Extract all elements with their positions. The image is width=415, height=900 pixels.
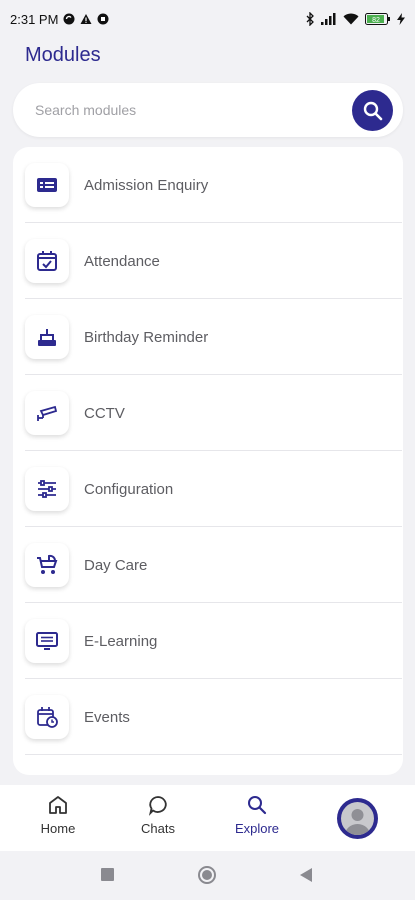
sliders-icon [25,467,69,511]
module-label: Admission Enquiry [84,176,209,194]
sync-icon [63,13,75,25]
search-bar [13,83,403,137]
warning-icon [80,13,92,25]
battery-level: 82 [372,17,380,24]
search-input[interactable] [35,99,335,121]
search-icon [246,794,268,816]
recents-button[interactable] [101,868,114,886]
stroller-icon [25,543,69,587]
nav-home[interactable]: Home [18,785,98,851]
monitor-icon [25,619,69,663]
module-item-events[interactable]: Events [25,679,402,755]
bluetooth-icon [306,12,315,26]
app-notification-icon [97,13,109,25]
module-item-day-care[interactable]: Day Care [25,527,402,603]
status-bar: 2:31 PM 82 [0,0,415,38]
page-title: Modules [25,44,101,66]
module-label: Configuration [84,480,174,498]
wifi-icon [343,13,359,25]
cake-icon [25,315,69,359]
module-label: Day Care [84,556,148,574]
home-button[interactable] [198,866,216,889]
nav-home-label: Home [40,821,76,836]
nav-chats-label: Chats [141,821,175,836]
module-item-e-learning[interactable]: E-Learning [25,603,402,679]
id-card-icon [25,163,69,207]
chat-bubble-icon [147,794,169,816]
module-item-attendance[interactable]: Attendance [25,223,402,299]
signal-icon [321,13,337,25]
calendar-check-icon [25,239,69,283]
bottom-nav: Home Chats Explore [0,785,415,851]
module-item-admission-enquiry[interactable]: Admission Enquiry [25,147,402,223]
divider [25,754,402,755]
system-navigation-bar [0,851,415,900]
calendar-clock-icon [25,695,69,739]
module-item-birthday-reminder[interactable]: Birthday Reminder [25,299,402,375]
nav-explore[interactable]: Explore [217,785,297,851]
module-label: Birthday Reminder [84,328,209,346]
nav-explore-label: Explore [234,821,280,836]
modules-list: Admission Enquiry Attendance Birthday Re… [13,147,403,775]
module-label: Events [84,708,130,726]
module-item-cctv[interactable]: CCTV [25,375,402,451]
module-label: CCTV [84,404,125,422]
module-item-configuration[interactable]: Configuration [25,451,402,527]
cctv-camera-icon [25,391,69,435]
charging-icon [397,13,405,25]
search-button[interactable] [352,90,393,131]
user-icon [341,802,374,835]
module-label: E-Learning [84,632,158,650]
home-icon [47,794,69,816]
nav-chats[interactable]: Chats [118,785,198,851]
back-button[interactable] [300,868,313,887]
profile-avatar[interactable] [337,798,378,839]
search-icon [362,100,384,122]
battery-icon: 82 [365,13,391,25]
status-time: 2:31 PM [10,11,59,27]
module-label: Attendance [84,252,160,270]
